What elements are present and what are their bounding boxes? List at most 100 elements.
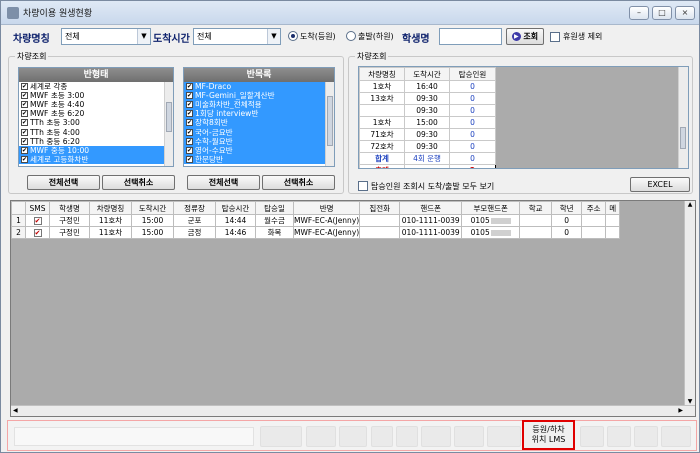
list-item[interactable]: ✔ MWF 초등 6:20 [19, 109, 173, 118]
toolbar-button[interactable] [306, 426, 336, 447]
list-item[interactable]: ✔ 수학-월요반 [184, 136, 334, 146]
checkbox[interactable]: ✔ [186, 92, 193, 100]
message-input[interactable] [14, 427, 254, 446]
list-item[interactable]: ✔ MWF 중등 10:00 [19, 145, 173, 155]
list-item[interactable]: ✔ MWF 초등 4:40 [19, 100, 173, 109]
vertical-scrollbar[interactable]: ▲ ▼ [684, 201, 695, 405]
depart-radio[interactable] [346, 31, 356, 41]
column-header[interactable]: 차량명칭 [89, 201, 132, 215]
toolbar-button[interactable] [661, 426, 691, 447]
checkbox[interactable]: ✔ [186, 128, 193, 136]
table-row[interactable]: 13호차 09:30 0 [359, 92, 496, 105]
checkbox[interactable]: ✔ [21, 101, 28, 109]
toolbar-button[interactable] [454, 426, 484, 447]
column-header[interactable]: 부모핸드폰 [461, 201, 521, 215]
checkbox[interactable]: ✔ [186, 137, 193, 145]
list-item[interactable]: ✔ 세계로 각종 [19, 82, 173, 91]
list-item[interactable]: ✔ 세계로 고등화차반 [19, 154, 173, 164]
checkbox[interactable]: ✔ [21, 92, 28, 100]
checkbox[interactable]: ✔ [186, 119, 193, 127]
select-all-button-2[interactable]: 전체선택 [187, 175, 260, 190]
class-list[interactable]: 반목록 ✔ MF-Draco ✔ MF-Gemini_일할계산반 ✔ 미술화차반_전체적용… [183, 67, 335, 167]
list-item[interactable]: ✔ 영어-수요반 [184, 145, 334, 155]
scroll-right-icon[interactable]: ▶ [678, 407, 683, 414]
list-item[interactable]: ✔ 국어-금요반 [184, 127, 334, 137]
toolbar-button[interactable] [607, 426, 631, 447]
table-row[interactable]: 1호차 15:00 0 [359, 115, 496, 129]
checkbox[interactable]: ✔ [186, 101, 193, 109]
column-header[interactable]: 탑승일 [255, 201, 294, 215]
chevron-down-icon[interactable]: ▼ [137, 29, 150, 44]
checkbox[interactable]: ✔ [21, 83, 28, 91]
scrollbar[interactable] [164, 82, 173, 166]
excel-button[interactable]: EXCEL [630, 177, 690, 192]
column-header[interactable]: 정류장 [173, 201, 216, 215]
toolbar-button[interactable] [580, 426, 604, 447]
scrollbar[interactable] [678, 67, 688, 168]
toolbar-button[interactable] [260, 426, 302, 447]
column-header[interactable]: 핸드폰 [399, 201, 463, 215]
search-button[interactable]: ▶ 조회 [506, 28, 544, 45]
list-item[interactable]: ✔ MWF 초등 3:00 [19, 91, 173, 100]
boarding-location-lms-button[interactable]: 등원/하차 위치 LMS [522, 420, 575, 450]
scroll-down-icon[interactable]: ▼ [685, 398, 695, 405]
list-item[interactable]: ✔ TTh 초등 4:00 [19, 127, 173, 137]
checkbox[interactable]: ✔ [186, 83, 193, 91]
exclude-checkbox[interactable] [550, 32, 560, 42]
table-row[interactable]: 72호차 09:30 0 [359, 139, 496, 153]
table-row[interactable]: 09:30 0 [359, 104, 496, 117]
summary-grid[interactable]: 차량명칭 도착시간 탑승인원 1호차 16:40 0 13호차 09:30 0 09:30 0 1호… [358, 66, 689, 169]
table-row[interactable]: 1호차 16:40 0 [359, 80, 496, 93]
list-item[interactable]: ✔ MF-Gemini_일할계산반 [184, 91, 334, 101]
checkbox[interactable]: ✔ [21, 137, 28, 145]
toolbar-button[interactable] [339, 426, 367, 447]
list-item[interactable]: ✔ 미술화차반_전체적용 [184, 100, 334, 110]
column-header[interactable]: 탑승시간 [215, 201, 256, 215]
checkbox[interactable]: ✔ [21, 110, 28, 118]
arrival-select[interactable]: 전체 ▼ [193, 28, 281, 45]
chevron-down-icon[interactable]: ▼ [267, 29, 280, 44]
list-item[interactable]: ✔ 한문당반 [184, 154, 334, 164]
scrollbar[interactable] [325, 82, 334, 166]
toolbar-button[interactable] [371, 426, 393, 447]
checkbox[interactable]: ✔ [21, 155, 28, 163]
select-all-button[interactable]: 전체선택 [27, 175, 100, 190]
table-row[interactable]: 71호차 09:30 0 [359, 127, 496, 141]
checkbox[interactable]: ✔ [186, 110, 193, 118]
column-header[interactable]: 집전화 [359, 201, 401, 215]
checkbox[interactable]: ✔ [21, 146, 28, 154]
toolbar-button[interactable] [396, 426, 418, 447]
list-item[interactable]: ✔ 장학8회반 [184, 118, 334, 128]
column-header[interactable]: 도착시간 [131, 201, 174, 215]
toolbar-button[interactable] [421, 426, 451, 447]
scroll-left-icon[interactable]: ◀ [13, 407, 18, 414]
class-type-list[interactable]: 반형태 ✔ 세계로 각종 ✔ MWF 초등 3:00 ✔ MWF 초등 4:40 ✔ MWF … [18, 67, 174, 167]
board-radio[interactable] [288, 31, 298, 41]
minimize-button[interactable]: – [629, 6, 649, 20]
column-header[interactable]: 주소 [581, 201, 607, 215]
list-item[interactable]: ✔ TTh 중등 6:20 [19, 137, 173, 146]
close-button[interactable]: × [675, 6, 695, 20]
column-header[interactable]: 반명 [292, 201, 361, 215]
list-item[interactable]: ✔ MF-Draco [184, 82, 334, 92]
sms-checkbox[interactable]: ✔ [33, 217, 42, 225]
toolbar-button[interactable] [634, 426, 658, 447]
column-header[interactable]: 메 [605, 201, 621, 215]
table-row[interactable]: 2 ✔ 구정민 11호차 15:00 금정 14:46 화목 MWF-EC-A(Jenny) 01… [11, 226, 621, 239]
sms-checkbox[interactable]: ✔ [33, 229, 42, 237]
student-grid[interactable]: SMS 학생명 차량명칭 도착시간 정류장 탑승시간 탑승일 반명 집전화 핸드폰 부모핸드폰 학교 학… [10, 200, 696, 417]
horizontal-scrollbar[interactable]: ◀ ▶ [11, 405, 695, 416]
checkbox[interactable]: ✔ [186, 155, 193, 163]
list-item[interactable]: ✔ 1회당 interview반 [184, 109, 334, 119]
checkbox[interactable]: ✔ [21, 119, 28, 127]
column-header[interactable]: SMS [25, 201, 50, 215]
list-item[interactable]: ✔ TTh 초등 3:00 [19, 118, 173, 127]
column-header[interactable]: 학생명 [49, 201, 90, 215]
show-both-checkbox[interactable] [358, 181, 368, 191]
table-row[interactable]: 1 ✔ 구정민 11호차 15:00 군포 14:44 월수금 MWF-EC-A(Jenny) 0… [11, 214, 621, 227]
scroll-up-icon[interactable]: ▲ [685, 201, 695, 208]
toolbar-button[interactable] [487, 426, 521, 447]
checkbox[interactable]: ✔ [21, 128, 28, 136]
column-header[interactable]: 학교 [519, 201, 553, 215]
checkbox[interactable]: ✔ [186, 146, 193, 154]
